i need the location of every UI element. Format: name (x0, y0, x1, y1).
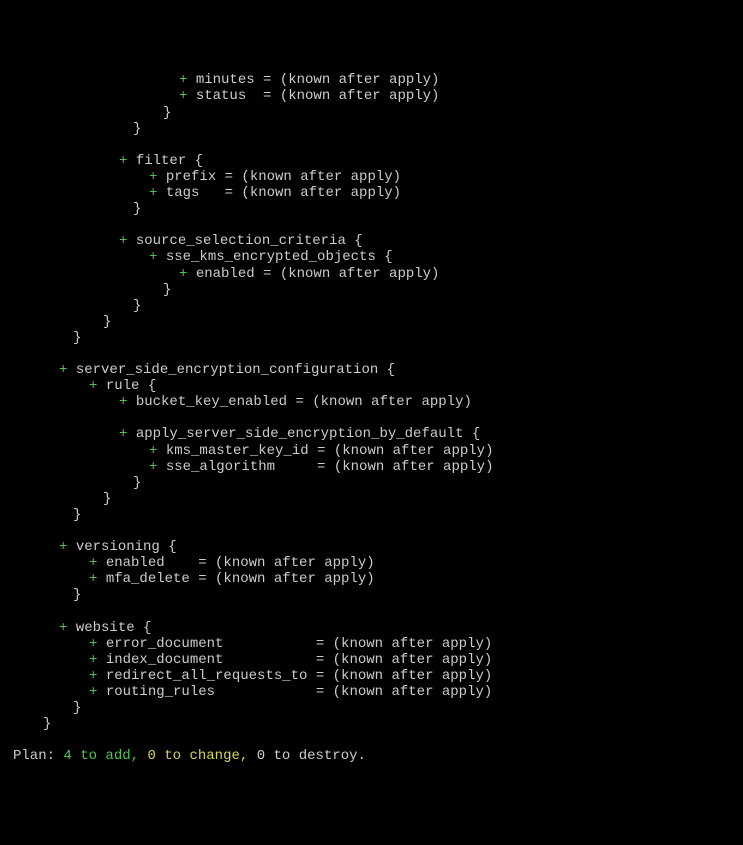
terminal-output: + minutes = (known after apply)+ status … (0, 72, 743, 764)
